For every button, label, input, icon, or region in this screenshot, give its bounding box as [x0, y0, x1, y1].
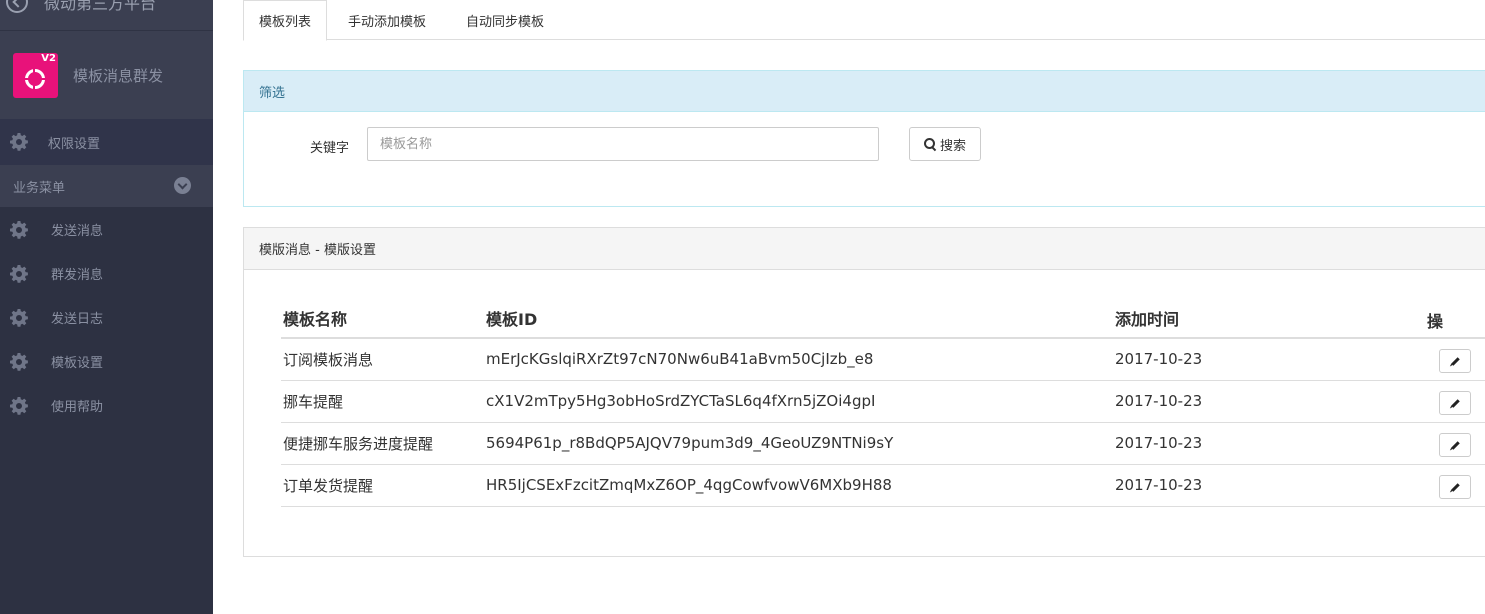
template-id: 5694P61p_r8BdQP5AJQV79pum3d9_4GeoUZ9NTNi…: [484, 422, 1115, 465]
app-logo-icon: V2: [13, 53, 58, 98]
added-time: 2017-10-23: [1115, 338, 1427, 381]
keyword-label: 关键字: [310, 141, 350, 156]
column-header-operation: 操: [1427, 298, 1485, 339]
tab-auto-sync[interactable]: 自动同步模板: [451, 0, 559, 40]
edit-button[interactable]: [1439, 474, 1471, 499]
sidebar-section-label: 业务菜单: [13, 180, 66, 196]
pencil-icon: [1451, 440, 1460, 450]
sidebar-top-bar[interactable]: 微动第三方平台: [0, 0, 213, 30]
template-name: 便捷挪车服务进度提醒: [281, 422, 484, 465]
sidebar-item-label: 发送消息: [51, 223, 104, 239]
template-id: cX1V2mTpy5Hg3obHoSrdZYCTaSL6q4fXrn5jZOi4…: [484, 380, 1115, 423]
filter-panel-heading: 筛选: [244, 71, 1485, 112]
edit-button[interactable]: [1439, 349, 1471, 373]
sidebar-item-help[interactable]: 使用帮助: [0, 383, 213, 427]
column-header-time: 添加时间: [1115, 298, 1427, 339]
sidebar-item-label: 使用帮助: [51, 399, 104, 415]
table-row: 便捷挪车服务进度提醒 5694P61p_r8BdQP5AJQV79pum3d9_4…: [281, 422, 1485, 465]
template-name: 订单发货提醒: [281, 464, 484, 507]
gear-icon: [10, 133, 28, 151]
search-button[interactable]: 搜索: [909, 127, 981, 161]
gear-icon: [10, 265, 28, 283]
template-list-panel: 模版消息 - 模版设置 模板名称 模板ID 添加时间 操 订阅模板消息 mErJc…: [243, 227, 1485, 557]
table-row: 挪车提醒 cX1V2mTpy5Hg3obHoSrdZYCTaSL6q4fXrn5j…: [281, 380, 1485, 423]
template-table: 模板名称 模板ID 添加时间 操 订阅模板消息 mErJcKGslqiRXrZt9…: [281, 298, 1485, 507]
sidebar-item-permission[interactable]: 权限设置: [0, 119, 213, 165]
tab-template-list[interactable]: 模板列表: [243, 0, 328, 41]
table-row: 订阅模板消息 mErJcKGslqiRXrZt97cN70Nw6uB41aBvm5…: [281, 338, 1485, 381]
search-button-label: 搜索: [939, 138, 966, 154]
row-actions: [1427, 422, 1485, 465]
table-row: 订单发货提醒 HR5IjCSExFzcitZmqMxZ6OP_4qgCowfvow…: [281, 464, 1485, 507]
gear-icon: [10, 221, 28, 239]
template-id: HR5IjCSExFzcitZmqMxZ6OP_4qgCowfvowV6MXb9…: [484, 464, 1115, 507]
gear-icon: [10, 309, 28, 327]
edit-button[interactable]: [1439, 432, 1471, 457]
column-header-id: 模板ID: [484, 298, 1115, 339]
tab-manual-add[interactable]: 手动添加模板: [333, 0, 441, 40]
sidebar-item-label: 群发消息: [51, 267, 104, 283]
row-actions: [1427, 338, 1485, 381]
pencil-icon: [1451, 357, 1460, 366]
column-header-name: 模板名称: [281, 298, 484, 339]
added-time: 2017-10-23: [1115, 380, 1427, 423]
sidebar-item-mass-send[interactable]: 群发消息: [0, 251, 213, 295]
table-header-row: 模板名称 模板ID 添加时间 操: [281, 298, 1485, 339]
sidebar-section-business[interactable]: 业务菜单: [0, 165, 213, 207]
keyword-input[interactable]: [367, 127, 879, 161]
main-content: 模板列表 手动添加模板 自动同步模板 筛选 关键字 搜索 模版消息 - 模版设置…: [213, 0, 1485, 614]
tab-bar: 模板列表 手动添加模板 自动同步模板: [243, 0, 1485, 41]
pencil-icon: [1451, 482, 1460, 492]
sidebar-item-send-log[interactable]: 发送日志: [0, 295, 213, 339]
sidebar-item-label: 模板设置: [51, 355, 104, 371]
sidebar-item-label: 权限设置: [48, 136, 101, 152]
row-actions: [1427, 380, 1485, 423]
added-time: 2017-10-23: [1115, 422, 1427, 465]
pencil-icon: [1451, 398, 1460, 408]
sidebar-item-send-message[interactable]: 发送消息: [0, 207, 213, 251]
sidebar-item-template-settings[interactable]: 模板设置: [0, 339, 213, 383]
logo-badge: V2: [41, 53, 56, 64]
chevron-down-icon[interactable]: [174, 177, 191, 194]
template-list-heading: 模版消息 - 模版设置: [244, 228, 1485, 270]
gear-icon: [10, 397, 28, 415]
edit-button[interactable]: [1439, 390, 1471, 415]
row-actions: [1427, 464, 1485, 507]
gear-icon: [10, 353, 28, 371]
platform-title: 微动第三方平台: [44, 0, 157, 13]
sidebar-item-label: 发送日志: [51, 311, 104, 327]
added-time: 2017-10-23: [1115, 464, 1427, 507]
template-id: mErJcKGslqiRXrZt97cN70Nw6uB41aBvm50CjIzb…: [484, 338, 1115, 381]
filter-panel: 筛选 关键字 搜索: [243, 70, 1485, 207]
sidebar-brand: V2 模板消息群发: [0, 30, 213, 119]
back-icon[interactable]: [6, 0, 28, 13]
template-name: 订阅模板消息: [281, 338, 484, 381]
template-name: 挪车提醒: [281, 380, 484, 423]
sidebar: 微动第三方平台 V2 模板消息群发 权限设置 业务菜单 发送消息群发消息发送日志…: [0, 0, 213, 614]
search-icon: [923, 138, 936, 150]
app-title: 模板消息群发: [73, 67, 164, 85]
